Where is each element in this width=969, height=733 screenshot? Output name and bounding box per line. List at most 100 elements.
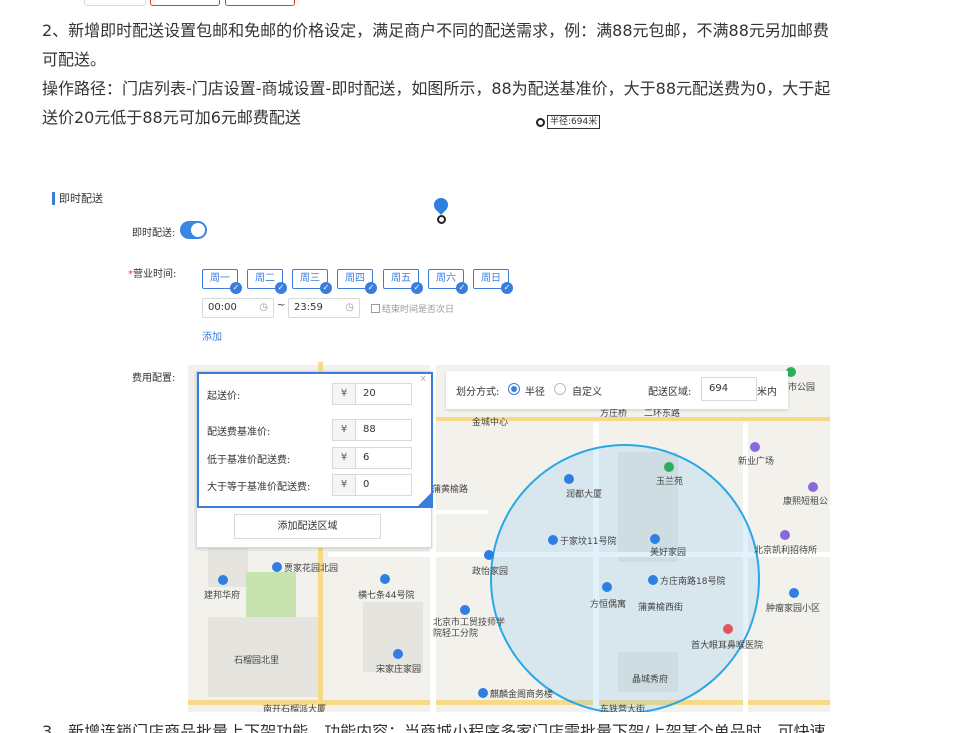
day-sun[interactable]: 周日 ✓	[473, 269, 513, 294]
poi-label: 建邦华府	[204, 591, 241, 601]
poi-label: 蒲黄榆西街	[638, 603, 684, 613]
building-icon	[564, 474, 574, 484]
poi-marker	[380, 574, 392, 586]
clock-icon: ◷	[259, 302, 268, 313]
cropped-box	[84, 0, 146, 6]
paragraph-operation-path: 操作路径：门店列表-门店设置-商城设置-即时配送，如图所示，88为配送基准价，大…	[42, 79, 831, 127]
next-paragraph-cut: 3、新增连锁门店商品批量上下架功能，功能内容：当商城小程序多家门店需批量下架/上…	[42, 724, 826, 733]
check-icon: ✓	[275, 282, 287, 294]
poi-marker	[460, 605, 472, 617]
building-icon	[272, 562, 282, 572]
store-location-dot	[437, 215, 446, 224]
clock-icon: ◷	[345, 302, 354, 313]
poi-label: 肿瘤家园小区	[766, 604, 821, 614]
map-division-controls: 划分方式: 半径 自定义 配送区域: 694 米内	[446, 371, 788, 409]
poi-label: 麒麟金阁商务楼	[478, 687, 553, 700]
radio-radius[interactable]	[508, 383, 520, 395]
map-park	[246, 572, 296, 617]
check-icon: ✓	[411, 282, 423, 294]
poi-label: 于家坟11号院	[548, 534, 616, 547]
business-hours-text: 营业时间:	[133, 269, 177, 280]
poi-label: 玉兰苑	[656, 477, 684, 487]
shopping-icon	[750, 442, 760, 452]
close-icon[interactable]: x	[421, 374, 426, 384]
building-icon	[393, 649, 403, 659]
radio-custom-label: 自定义	[572, 387, 602, 398]
building-icon	[548, 535, 558, 545]
min-order-input[interactable]: 20	[355, 383, 412, 405]
check-icon: ✓	[456, 282, 468, 294]
poi-marker	[602, 582, 614, 594]
store-location-pin-icon[interactable]	[431, 195, 451, 215]
poi-label: 宋家庄家园	[376, 665, 422, 675]
poi-label: 美好家园	[650, 548, 687, 558]
poi-label: 康熙短租公	[783, 497, 829, 507]
radio-radius-label: 半径	[525, 387, 545, 398]
end-time-input[interactable]: 23:59 ◷	[288, 298, 360, 318]
poi-label: 金城中心	[472, 418, 509, 428]
day-label: 周一	[210, 273, 230, 284]
poi-label: 南开石榴派大厦	[263, 705, 327, 712]
poi-marker	[393, 649, 405, 661]
hotel-icon	[780, 530, 790, 540]
above-base-fee-input[interactable]: 0	[355, 474, 412, 496]
day-sat[interactable]: 周六 ✓	[428, 269, 468, 294]
cropped-box-red	[150, 0, 220, 6]
day-thu[interactable]: 周四 ✓	[337, 269, 377, 294]
cropped-top-controls	[70, 0, 310, 8]
instant-delivery-toggle[interactable]	[180, 221, 207, 239]
fee-config-panel: x 起送价: ¥ 20 配送费基准价: ¥ 88 低于基准价配送费: ¥ 6 大…	[196, 371, 433, 548]
poi-label: 北京市工贸技师学院轻工分院	[433, 618, 506, 639]
start-time-input[interactable]: 00:00 ◷	[202, 298, 274, 318]
poi-label: 首大眼耳鼻喉医院	[691, 641, 764, 651]
above-base-fee-label: 大于等于基准价配送费:	[207, 482, 311, 493]
currency-addon: ¥	[332, 474, 356, 496]
check-icon: ✓	[501, 282, 513, 294]
resize-corner-icon	[417, 493, 431, 507]
poi-label: 方恒偶寓	[590, 600, 627, 610]
poi-marker	[664, 462, 676, 474]
section-title: 即时配送	[52, 192, 103, 205]
day-fri[interactable]: 周五 ✓	[383, 269, 423, 294]
poi-marker	[808, 482, 820, 494]
instant-delivery-label: 即时配送:	[132, 228, 176, 239]
area-unit: 米内	[757, 387, 777, 398]
poi-marker	[484, 550, 496, 562]
end-time-value: 23:59	[294, 302, 323, 313]
poi-marker	[564, 474, 576, 486]
hospital-icon	[723, 624, 733, 634]
building-icon	[478, 688, 488, 698]
poi-label: 北京凯利招待所	[754, 546, 818, 556]
building-icon	[789, 588, 799, 598]
base-price-input[interactable]: 88	[355, 419, 412, 441]
building-icon	[380, 574, 390, 584]
poi-marker	[750, 442, 762, 454]
poi-marker	[789, 588, 801, 600]
check-icon: ✓	[320, 282, 332, 294]
day-tue[interactable]: 周二 ✓	[247, 269, 287, 294]
min-order-label: 起送价:	[207, 391, 241, 402]
below-base-fee-input[interactable]: 6	[355, 447, 412, 469]
poi-label: 方庄南路18号院	[648, 574, 725, 587]
fee-config-label: 费用配置:	[132, 373, 176, 384]
add-hours-link[interactable]: 添加	[202, 328, 222, 343]
day-mon[interactable]: 周一 ✓	[202, 269, 242, 294]
building-icon	[484, 550, 494, 560]
building-icon	[218, 575, 228, 585]
poi-label: 贾家花园北园	[272, 561, 338, 574]
day-label: 周日	[481, 273, 501, 284]
poi-label: 石榴园北里	[234, 656, 280, 666]
poi-label: 晶城秀府	[632, 675, 669, 685]
radius-tag: 半径:694米	[547, 115, 601, 129]
radius-drag-handle[interactable]	[536, 118, 545, 127]
area-radius-input[interactable]: 694	[701, 377, 757, 401]
radio-custom[interactable]	[554, 383, 566, 395]
day-label: 周四	[345, 273, 365, 284]
building-icon	[650, 534, 660, 544]
school-icon	[460, 605, 470, 615]
poi-label: 润都大厦	[566, 490, 603, 500]
day-wed[interactable]: 周三 ✓	[292, 269, 332, 294]
add-delivery-zone-button[interactable]: 添加配送区域	[234, 514, 381, 539]
area-label: 配送区域:	[648, 387, 692, 398]
next-day-checkbox[interactable]: 结束时间是否次日	[371, 302, 454, 315]
